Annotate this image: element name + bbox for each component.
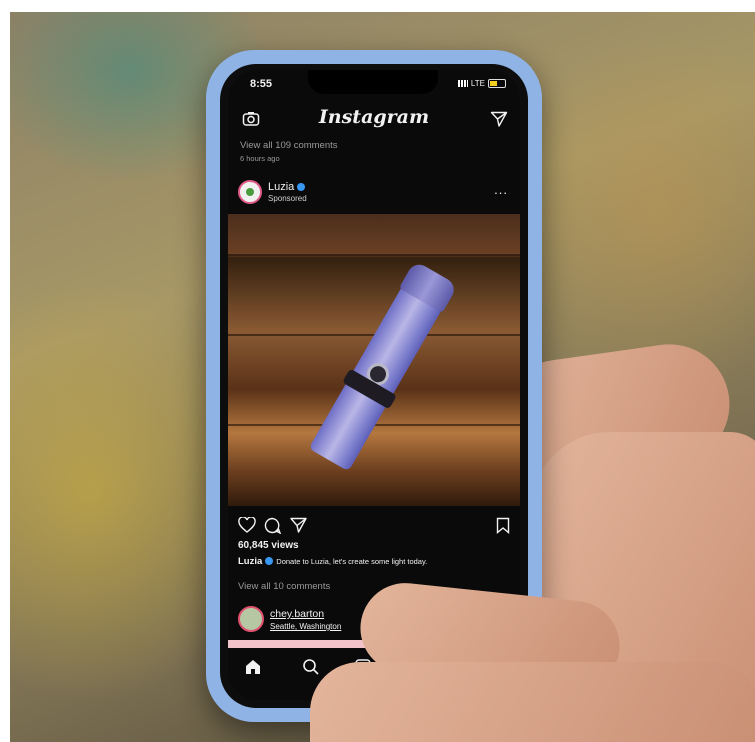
verified-badge-icon bbox=[265, 557, 274, 566]
post-username-text[interactable]: Luzia bbox=[268, 181, 294, 193]
network-indicator: LTE bbox=[457, 79, 506, 88]
comment-icon[interactable] bbox=[264, 517, 281, 534]
status-time: 8:55 bbox=[250, 78, 273, 90]
search-icon[interactable] bbox=[302, 658, 320, 676]
sponsored-label: Sponsored bbox=[268, 194, 307, 203]
next-post-location[interactable]: Seattle, Washington bbox=[270, 622, 341, 631]
next-post-username[interactable]: chey.barton bbox=[270, 608, 324, 620]
home-icon[interactable] bbox=[244, 658, 262, 676]
caption-username[interactable]: Luzia bbox=[238, 556, 262, 567]
more-options-icon[interactable]: ... bbox=[494, 182, 508, 197]
post-caption: Luzia Donate to Luzia, let's create some … bbox=[238, 556, 510, 567]
post-actions bbox=[238, 516, 510, 536]
post-header: Luzia Sponsored ... bbox=[238, 178, 510, 208]
post-media[interactable] bbox=[228, 214, 520, 506]
paper-plane-icon[interactable] bbox=[490, 110, 508, 128]
heart-icon[interactable] bbox=[238, 517, 256, 533]
flashlight-image bbox=[308, 260, 459, 472]
status-bar: 8:55 LTE bbox=[228, 76, 520, 96]
network-label: LTE bbox=[470, 79, 485, 88]
previous-post-timestamp: 6 hours ago bbox=[240, 154, 280, 163]
view-comments-link[interactable]: View all 10 comments bbox=[238, 581, 330, 592]
views-count: 60,845 views bbox=[238, 540, 299, 551]
verified-badge-icon bbox=[297, 183, 306, 192]
bookmark-icon[interactable] bbox=[496, 517, 510, 534]
battery-icon bbox=[488, 79, 506, 88]
instagram-logo: Instagram bbox=[318, 106, 430, 128]
signal-icon bbox=[457, 80, 468, 87]
wood-grain bbox=[228, 254, 520, 256]
avatar[interactable] bbox=[238, 180, 262, 204]
hand-lower bbox=[310, 662, 755, 742]
caption-text: Donate to Luzia, let's create some light… bbox=[276, 557, 428, 566]
flashlight-head bbox=[398, 260, 459, 314]
share-icon[interactable] bbox=[290, 517, 307, 533]
avatar[interactable] bbox=[238, 606, 264, 632]
previous-post-meta: View all 109 comments 6 hours ago bbox=[240, 140, 338, 163]
previous-comments-link[interactable]: View all 109 comments bbox=[240, 140, 338, 151]
background-photo: 8:55 LTE Instagram View all 109 comments… bbox=[10, 12, 755, 742]
instagram-header: Instagram bbox=[228, 104, 520, 134]
post-username[interactable]: Luzia bbox=[268, 181, 306, 193]
